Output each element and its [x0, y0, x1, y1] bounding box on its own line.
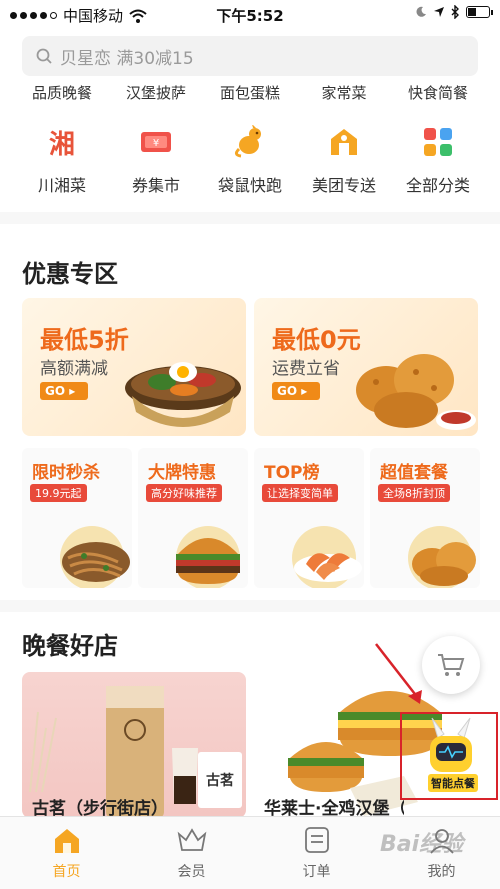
deal-title: 限时秒杀: [32, 463, 100, 483]
category-kangaroo-run[interactable]: 袋鼠快跑: [200, 122, 300, 196]
order-icon: [304, 827, 329, 853]
status-bar: 中国移动 下午5:52: [0, 0, 500, 28]
partial-category-row: 品质晚餐 汉堡披萨 面包蛋糕 家常菜 快食简餐: [0, 80, 500, 100]
store-logo: 古茗: [206, 773, 234, 789]
deal-card-brand-special[interactable]: 大牌特惠 高分好味推荐: [138, 448, 248, 588]
deal-card-top-list[interactable]: TOP榜 让选择变简单: [254, 448, 364, 588]
partial-category[interactable]: 面包蛋糕: [200, 82, 300, 100]
moon-icon: [416, 6, 426, 17]
deal-card-flash-sale[interactable]: 限时秒杀 19.9元起: [22, 448, 132, 588]
section-divider: [0, 212, 500, 224]
search-bar[interactable]: 贝星恋 满30减15: [22, 36, 478, 76]
robot-rabbit-icon: [430, 717, 472, 772]
svg-text:¥: ¥: [153, 138, 159, 149]
section-title-stores: 晚餐好店: [22, 632, 118, 660]
category-label: 川湘菜: [37, 176, 86, 195]
coupon-icon: ¥: [136, 122, 176, 162]
category-meituan-delivery[interactable]: 美团专送: [294, 122, 394, 196]
chili-char-icon: 湘: [48, 129, 75, 160]
burger-image: [176, 526, 240, 588]
promo-banner-free-delivery[interactable]: 最低0元 运费立省 GO ▸: [254, 298, 478, 436]
battery-icon: [466, 6, 493, 18]
home-icon: [54, 829, 79, 853]
tab-orders[interactable]: 订单: [254, 825, 379, 881]
deal-title: TOP榜: [264, 463, 320, 483]
deal-title: 超值套餐: [380, 463, 448, 483]
deal-title: 大牌特惠: [148, 463, 216, 483]
grid-icon: [418, 122, 458, 162]
go-button[interactable]: GO ▸: [40, 382, 88, 400]
partial-category[interactable]: 汉堡披萨: [106, 82, 206, 100]
deal-badge: 全场8折封顶: [378, 484, 450, 502]
category-label: 券集市: [131, 176, 180, 195]
deal-card-value-combo[interactable]: 超值套餐 全场8折封顶: [370, 448, 480, 588]
fried-chicken-image: [408, 526, 476, 588]
partial-category[interactable]: 家常菜: [294, 82, 394, 100]
assistant-label: 智能点餐: [428, 774, 478, 792]
smart-order-assistant[interactable]: 智能点餐: [400, 712, 498, 800]
promo-banner-discount[interactable]: 最低5折 高额满减 GO ▸: [22, 298, 246, 436]
cart-button[interactable]: [422, 636, 480, 694]
category-label: 全部分类: [405, 176, 470, 195]
shrimp-image: [292, 526, 362, 588]
crown-icon: [177, 828, 206, 851]
section-title-promo: 优惠专区: [22, 260, 118, 288]
noodles-image: [60, 526, 130, 588]
tab-label: 首页: [52, 864, 81, 880]
promo-title: 最低5折: [40, 326, 129, 354]
deal-badge: 19.9元起: [30, 484, 87, 502]
tab-member[interactable]: 会员: [129, 825, 254, 881]
watermark: Bai经验: [380, 832, 464, 857]
tab-label: 我的: [427, 864, 456, 880]
deal-badge: 高分好味推荐: [146, 484, 222, 502]
fried-chicken-image: [356, 354, 476, 430]
search-icon: [36, 48, 52, 64]
annotation-arrow: [375, 643, 422, 704]
category-chuanxiang[interactable]: 湘 川湘菜: [12, 122, 112, 196]
category-all[interactable]: 全部分类: [388, 122, 488, 196]
bluetooth-icon: [451, 5, 459, 19]
tab-home[interactable]: 首页: [4, 825, 129, 881]
category-coupon-market[interactable]: ¥ 券集市: [106, 122, 206, 196]
bibimbap-bowl-image: [125, 362, 241, 427]
deal-badge: 让选择变简单: [262, 484, 338, 502]
search-placeholder: 贝星恋 满30减15: [60, 48, 194, 69]
partial-category[interactable]: 品质晚餐: [12, 82, 112, 100]
kangaroo-icon: [230, 122, 270, 162]
category-label: 美团专送: [311, 176, 376, 195]
section-divider: [0, 600, 500, 612]
cart-icon: [438, 654, 465, 676]
partial-category[interactable]: 快食简餐: [388, 82, 488, 100]
go-button[interactable]: GO ▸: [272, 382, 320, 400]
delivery-icon: [324, 122, 364, 162]
location-arrow-icon: [434, 7, 444, 17]
tab-label: 会员: [177, 864, 206, 880]
promo-subtitle: 高额满减: [40, 359, 108, 379]
tab-label: 订单: [302, 864, 331, 880]
category-row: 湘 川湘菜 ¥ 券集市 袋鼠快跑 美团专送 全部分类: [0, 122, 500, 202]
category-label: 袋鼠快跑: [217, 176, 282, 195]
promo-subtitle: 运费立省: [272, 359, 340, 379]
